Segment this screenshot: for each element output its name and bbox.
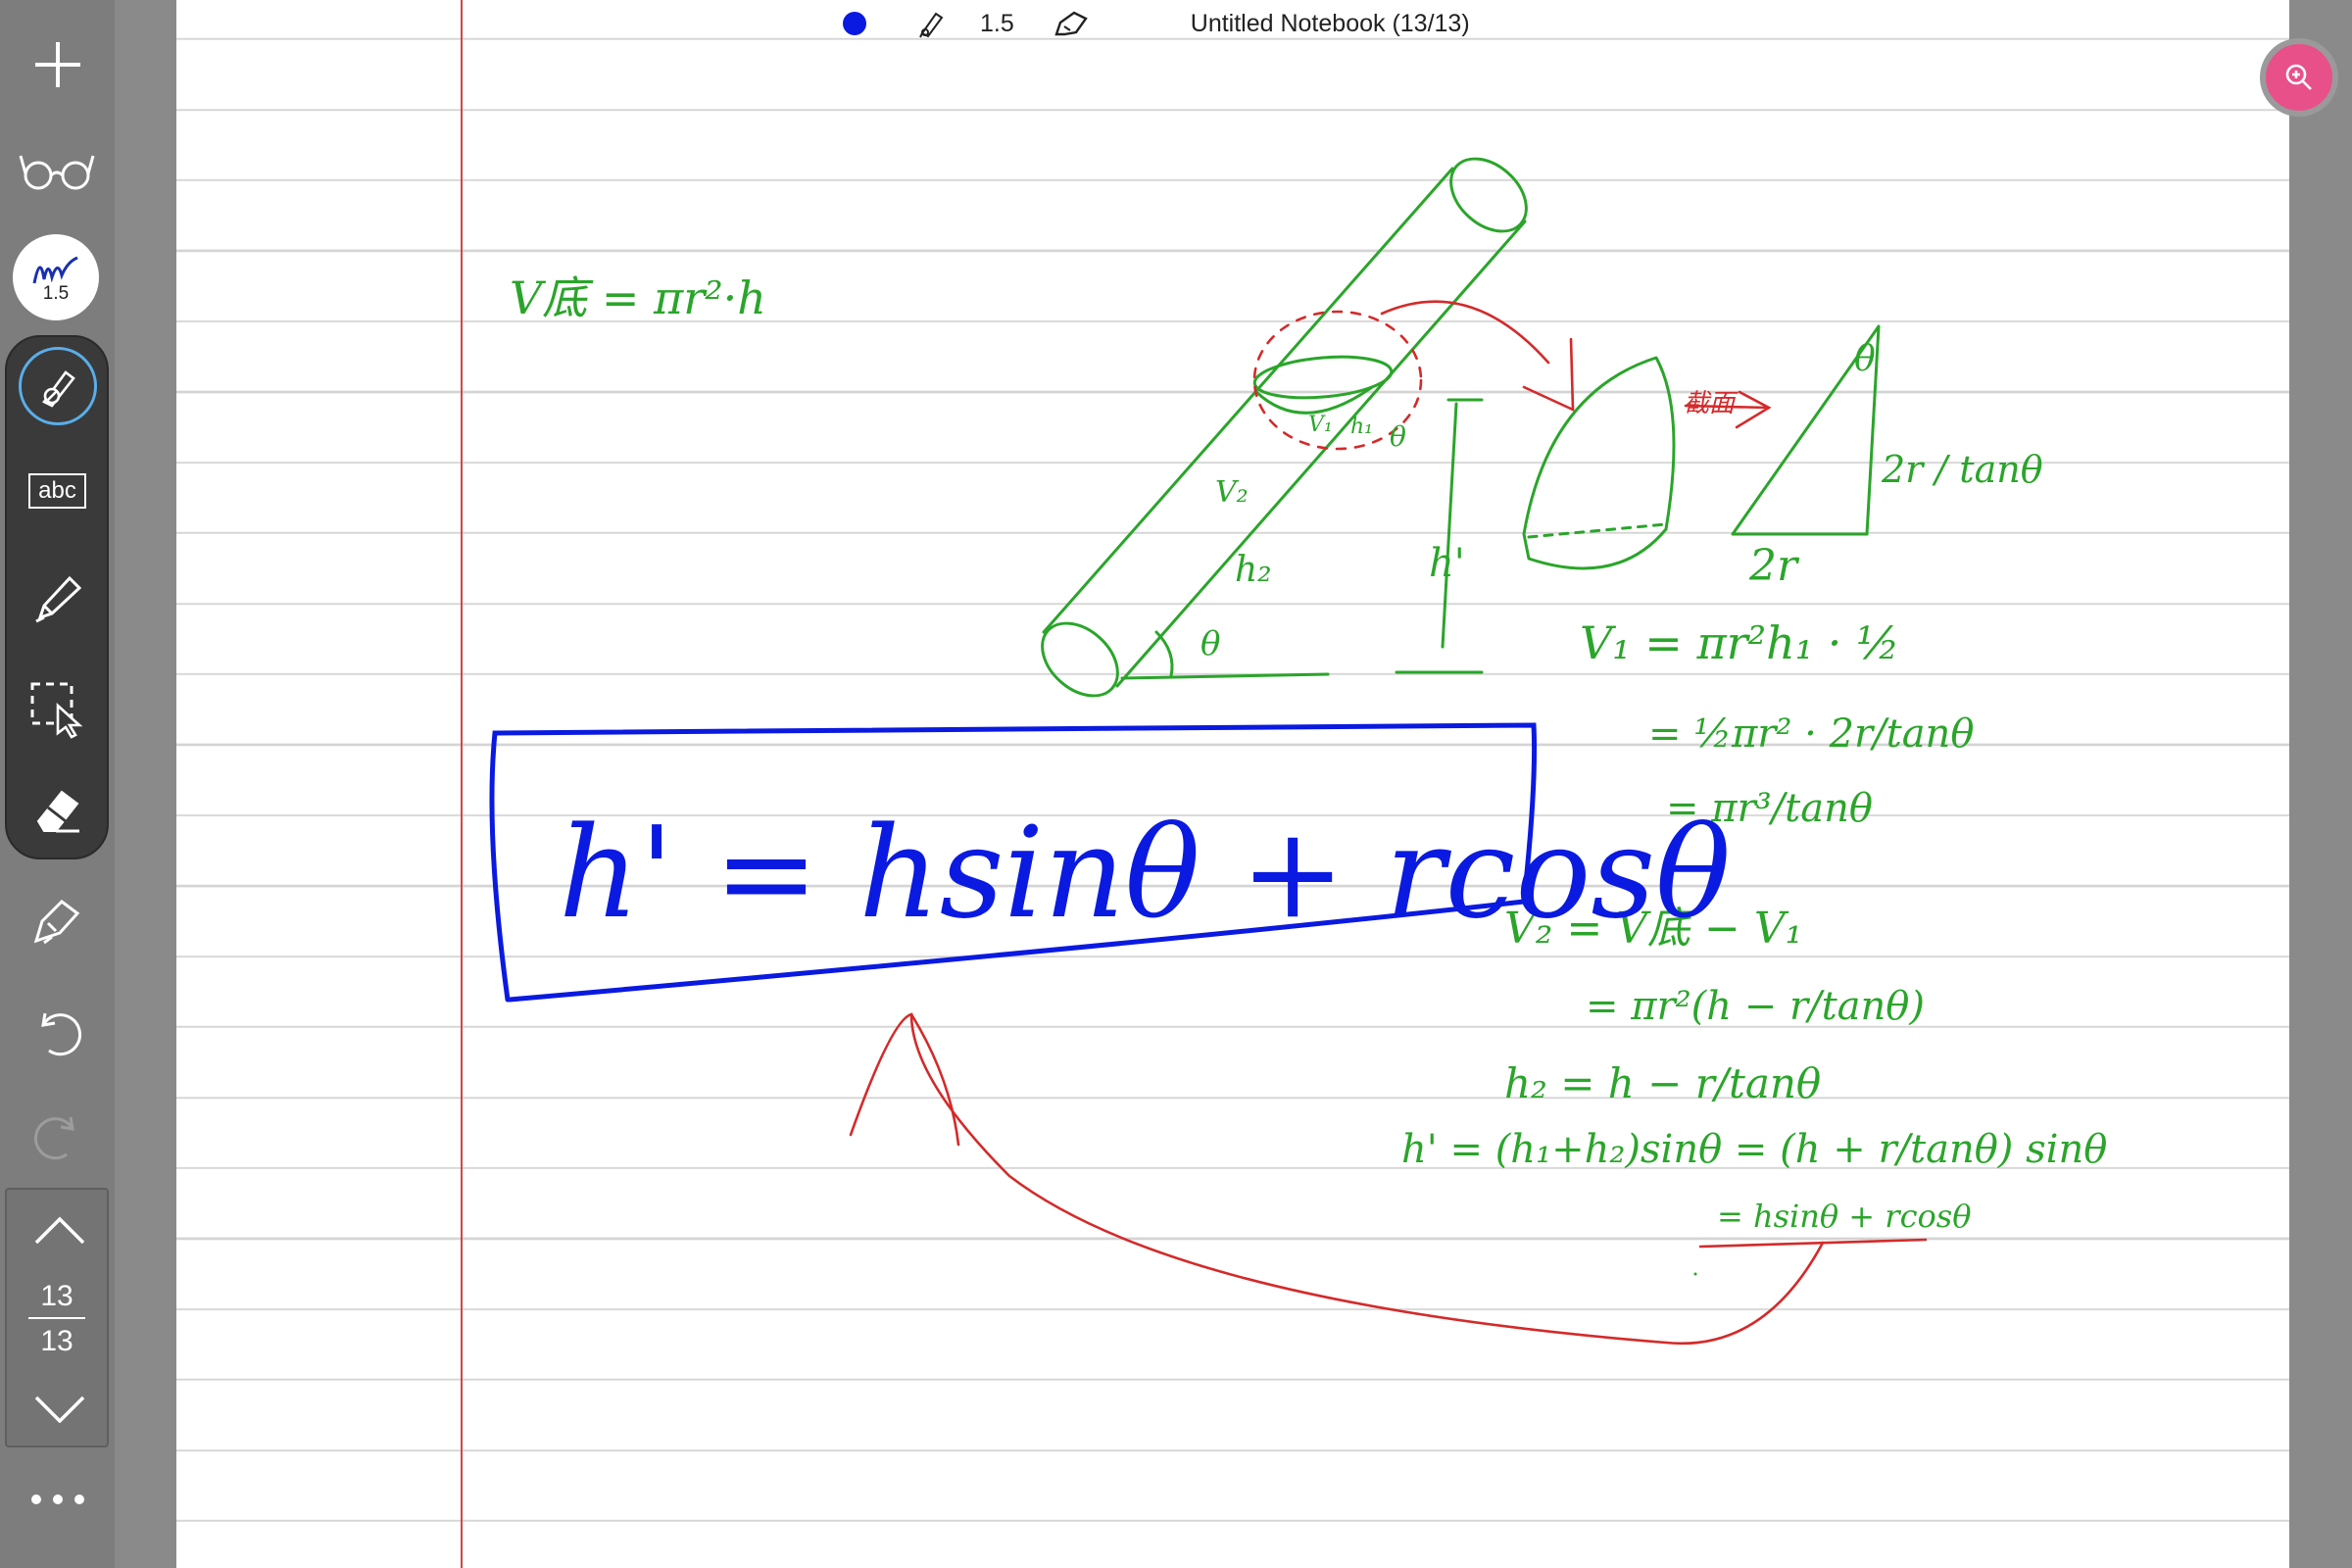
label-section: 截面 <box>1684 389 1739 418</box>
label-theta-bottom: θ <box>1200 624 1220 663</box>
label-h-prime: h' <box>1429 541 1465 586</box>
cylinder-top <box>1449 157 1528 233</box>
label-v2: V₂ <box>1215 475 1249 510</box>
label-2r: 2r <box>1748 541 1800 591</box>
v2-line2: = πr²(h − r/tanθ) <box>1586 984 1925 1029</box>
label-v1: V₁ <box>1308 413 1333 437</box>
volume-formula: V底 = πr²·h <box>510 271 766 324</box>
cylinder-sides <box>1042 167 1527 688</box>
v1-line2: = ½πr² · 2r/tanθ <box>1648 711 1974 757</box>
red-underline <box>1698 1238 1928 1249</box>
ground-line <box>1120 672 1330 680</box>
hprime-line2: = hsinθ + rcosθ <box>1717 1198 1971 1235</box>
h2-line: h₂ = h − r/tanθ <box>1504 1059 1821 1107</box>
cylinder-base <box>1041 621 1119 698</box>
h-prime-marker <box>1395 398 1484 674</box>
v1-line1: V₁ = πr²h₁ · ½ <box>1580 616 1900 669</box>
label-theta-top: θ <box>1390 420 1406 453</box>
red-arrow-top <box>1380 300 1575 413</box>
label-2r-over-tan: 2r / tanθ <box>1881 448 2043 491</box>
label-h1: h₁ <box>1350 415 1373 439</box>
label-theta-triangle: θ <box>1854 339 1876 379</box>
hprime-line1: h' = (h₁+h₂)sinθ = (h + r/tanθ) sinθ <box>1401 1127 2107 1172</box>
ink-layer: V底 = πr²·h V₂ h₂ V₁ h₁ θ θ h' 截面 θ 2r 2r… <box>489 157 2107 1346</box>
label-h2: h₂ <box>1235 550 1272 590</box>
boxed-result: h' = hsinθ + rcosθ <box>559 801 1731 947</box>
